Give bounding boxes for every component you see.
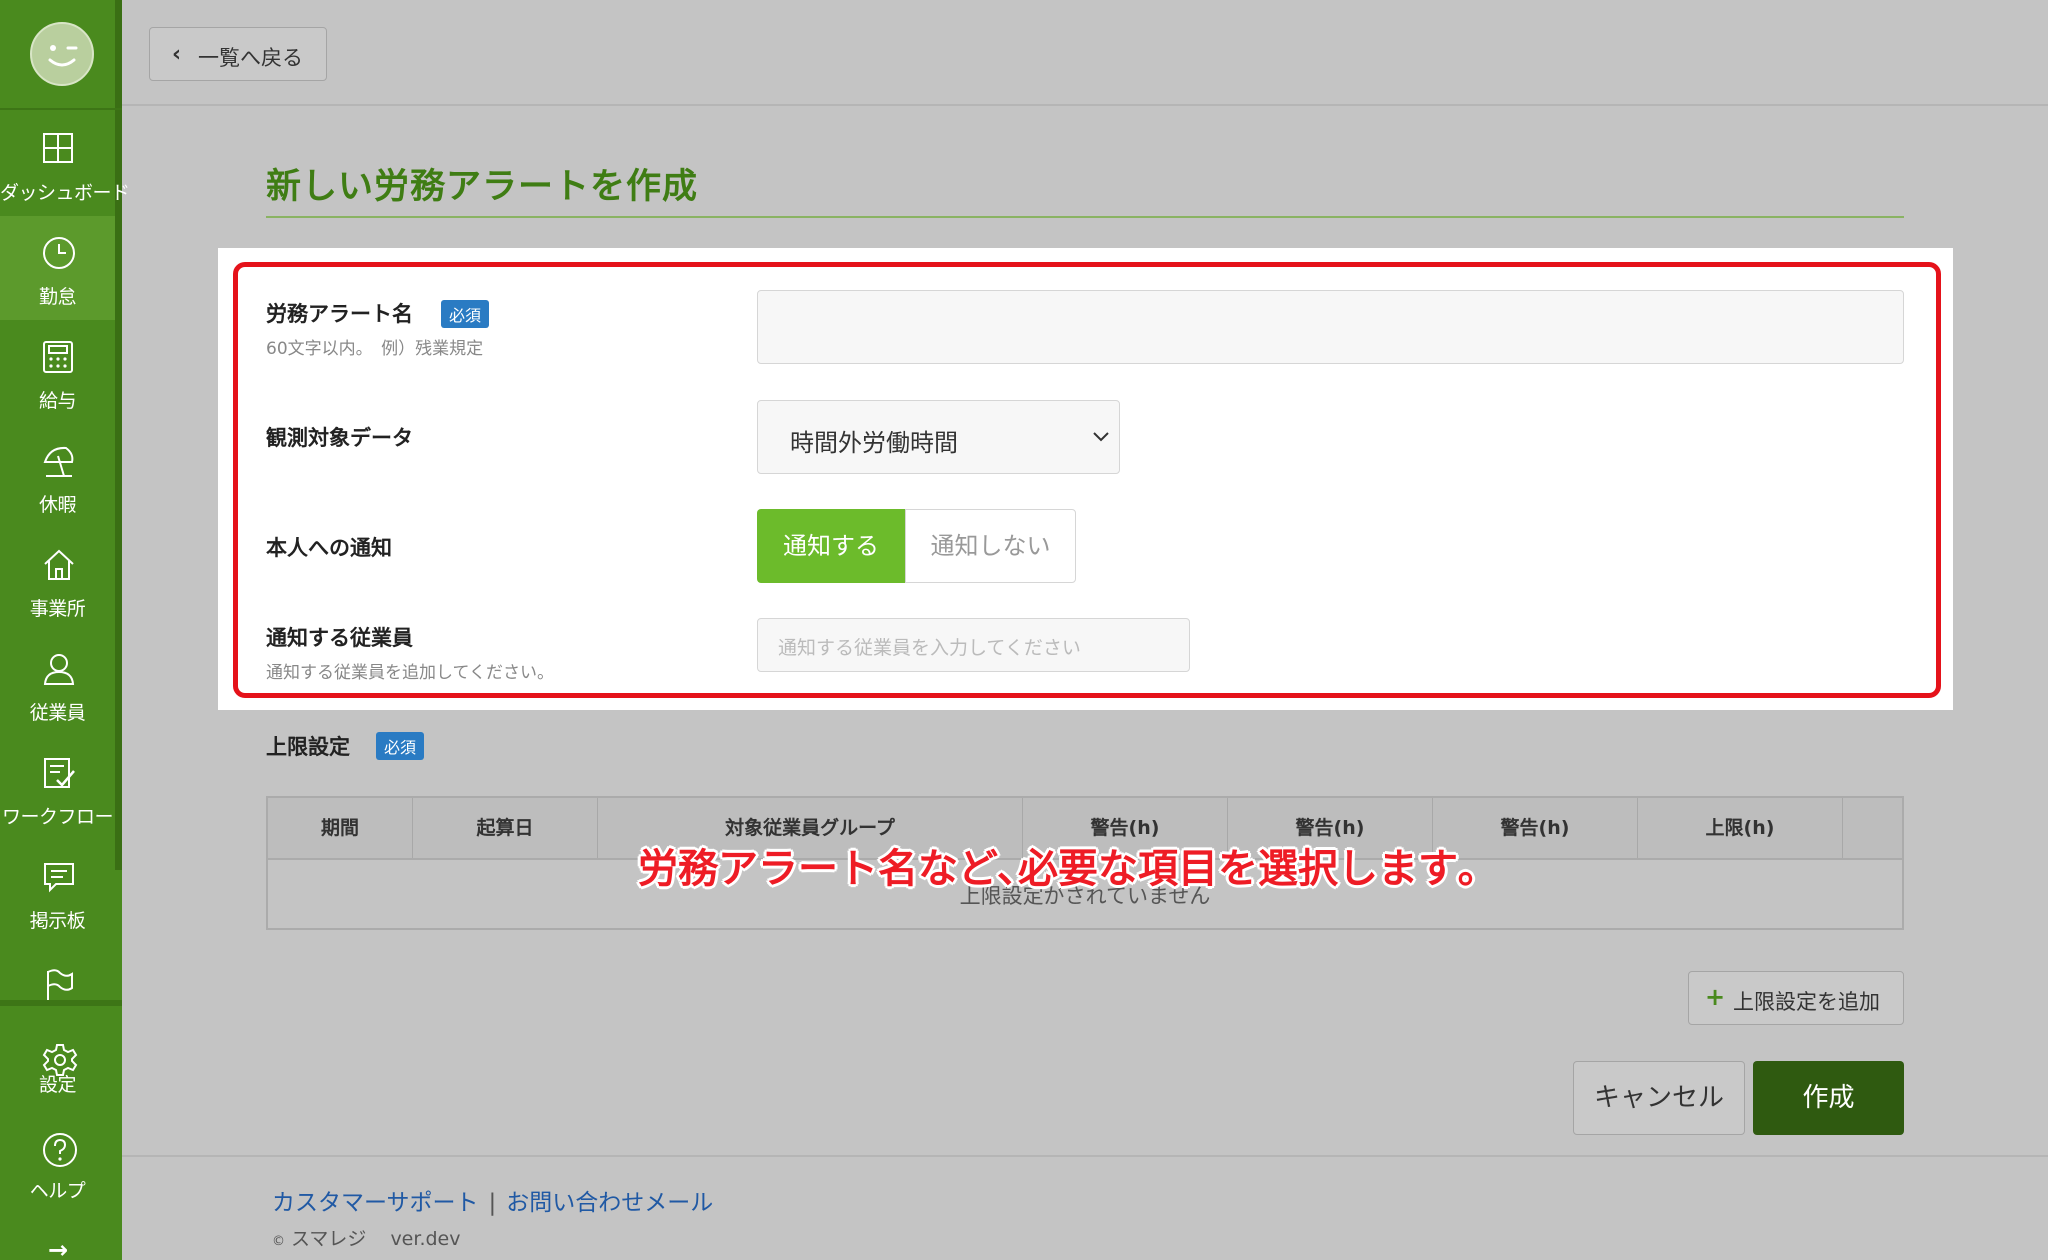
sidebar-item-attendance[interactable]: 勤怠: [0, 216, 115, 320]
sidebar-item-workflow[interactable]: ワークフロー: [0, 736, 115, 840]
sidebar-item-label: 休暇: [38, 494, 77, 516]
sidebar-item-flag[interactable]: [0, 944, 115, 1001]
notify-self-label: 本人への通知: [266, 536, 392, 560]
sidebar-item-dashboard[interactable]: ダッシュボード: [0, 112, 130, 216]
notify-on-button[interactable]: 通知する: [757, 509, 905, 583]
observed-data-value: 時間外労働時間: [790, 429, 958, 457]
column-header: 上限(h): [1638, 798, 1843, 858]
add-limit-button[interactable]: + 上限設定を追加: [1688, 971, 1904, 1025]
notify-employees-input[interactable]: 通知する従業員を入力してください: [757, 618, 1190, 672]
contact-mail-link[interactable]: お問い合わせメール: [506, 1190, 713, 1216]
help-icon: [43, 1133, 77, 1167]
plus-icon: +: [1705, 983, 1726, 1011]
home-icon: [44, 549, 74, 580]
flag-icon: [47, 969, 73, 1001]
arrow-right-icon[interactable]: →: [48, 1236, 68, 1260]
checklist-icon: [44, 758, 75, 788]
alert-name-input[interactable]: [757, 290, 1904, 364]
notify-employees-hint: 通知する従業員を追加してください。: [266, 663, 554, 683]
sidebar-divider: [0, 1000, 122, 1006]
sidebar-item-label: ワークフロー: [1, 806, 114, 828]
alert-name-label: 労務アラート名: [266, 302, 413, 326]
column-header: [1843, 798, 1902, 858]
sidebar-item-label: 事業所: [29, 598, 86, 620]
top-bar: ‹ 一覧へ戻る: [122, 0, 2048, 106]
observed-data-select[interactable]: 時間外労働時間: [757, 400, 1120, 474]
notify-employees-label: 通知する従業員: [266, 626, 413, 650]
observed-data-label: 観測対象データ: [266, 426, 413, 450]
cancel-button[interactable]: キャンセル: [1573, 1061, 1745, 1135]
limits-label: 上限設定: [266, 735, 350, 759]
calculator-icon: [43, 341, 73, 373]
column-header: 期間: [268, 798, 413, 858]
sidebar-item-leave[interactable]: 休暇: [0, 424, 115, 528]
page-title: 新しい労務アラートを作成: [266, 167, 699, 207]
sidebar-scrollbar[interactable]: [115, 0, 122, 870]
sidebar-item-settings[interactable]: 設定: [0, 1022, 115, 1126]
column-header: 起算日: [413, 798, 598, 858]
sidebar-item-label: 設定: [38, 1074, 77, 1096]
sidebar-item-help[interactable]: ヘルプ: [0, 1126, 115, 1230]
dashboard-icon: [43, 133, 73, 163]
sidebar-item-office[interactable]: 事業所: [0, 528, 115, 632]
sidebar-item-label: 給与: [38, 390, 77, 412]
required-badge: 必須: [441, 300, 490, 328]
notify-off-button[interactable]: 通知しない: [905, 509, 1076, 583]
footer-divider: [122, 1155, 2048, 1157]
create-button[interactable]: 作成: [1753, 1061, 1904, 1135]
instruction-annotation: 労務アラート名など､必要な項目を選択します｡: [638, 846, 1478, 892]
person-icon: [43, 654, 75, 685]
clock-icon: [43, 237, 75, 269]
sidebar-item-label: ヘルプ: [29, 1180, 86, 1202]
footer-links: カスタマーサポート | お問い合わせメール: [272, 1183, 713, 1217]
chevron-down-icon: [1093, 432, 1109, 442]
sidebar-item-label: 勤怠: [38, 286, 77, 308]
footer-separator: |: [488, 1190, 497, 1216]
beach-umbrella-icon: [43, 446, 74, 477]
alert-name-hint: 60文字以内。 例）残業規定: [266, 339, 484, 359]
copyright: © スマレジ ver.dev: [272, 1228, 461, 1250]
sidebar-item-label: 掲示板: [29, 910, 86, 932]
title-divider: [266, 216, 1904, 218]
sidebar-item-bulletin[interactable]: 掲示板: [0, 840, 115, 944]
sidebar-item-label: ダッシュボード: [0, 182, 130, 204]
input-placeholder: 通知する従業員を入力してください: [778, 637, 1081, 659]
sidebar-item-payroll[interactable]: 給与: [0, 320, 115, 424]
sidebar-item-label: 従業員: [29, 702, 86, 724]
required-badge: 必須: [376, 732, 425, 760]
sidebar-item-employees[interactable]: 従業員: [0, 632, 115, 736]
message-board-icon: [44, 863, 74, 893]
back-to-list-button[interactable]: ‹ 一覧へ戻る: [149, 27, 327, 81]
sidebar: ダッシュボード 勤怠 給与 休暇 事業所 従業員 ワークフロー 掲示板 設定 ヘ…: [0, 0, 130, 1260]
customer-support-link[interactable]: カスタマーサポート: [272, 1190, 479, 1216]
sidebar-divider: [0, 108, 122, 110]
smiley-logo-icon[interactable]: [30, 22, 94, 86]
chevron-left-icon: ‹: [172, 42, 182, 67]
